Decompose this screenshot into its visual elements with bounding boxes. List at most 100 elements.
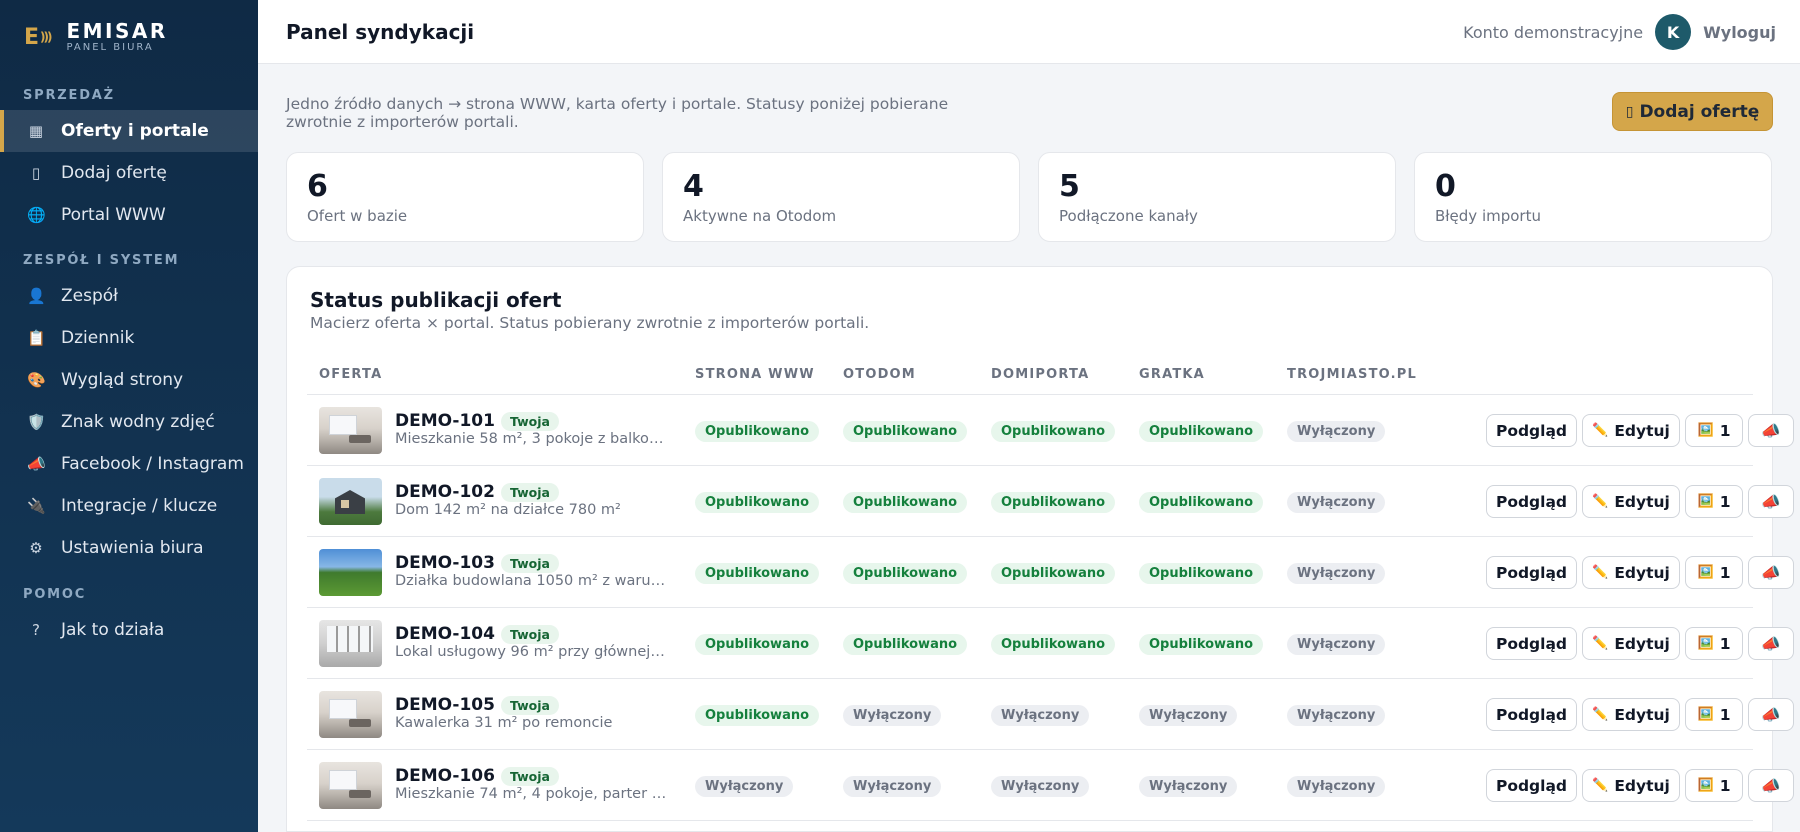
- column-header-offer: OFERTA: [319, 367, 383, 382]
- owner-badge: Twoja: [500, 624, 559, 644]
- status-badge-otodom: Wyłączony: [843, 776, 942, 797]
- offer-description: Lokal usługowy 96 m² przy głównej ul...: [395, 644, 667, 660]
- edit-label: Edytuj: [1614, 563, 1670, 582]
- promote-button[interactable]: 📣: [1748, 698, 1794, 731]
- status-badge-www: Opublikowano: [695, 492, 820, 513]
- add-offer-button[interactable]: ▯ Dodaj ofertę: [1612, 92, 1773, 131]
- edit-button[interactable]: ✏️ Edytuj: [1582, 485, 1680, 518]
- stat-value: 0: [1435, 169, 1456, 204]
- offer-description: Dom 142 m² na działce 780 m²: [395, 502, 621, 518]
- stat-card-errors: 0 Błędy importu: [1414, 152, 1772, 242]
- nav-section-title: POMOC: [23, 587, 87, 602]
- owner-badge: Twoja: [500, 411, 559, 431]
- pencil-icon: ✏️: [1592, 707, 1609, 722]
- column-header-domiporta: DOMIPORTA: [991, 367, 1090, 382]
- sidebar-item-wyglad-strony[interactable]: 🎨 Wygląd strony: [0, 359, 258, 401]
- preview-button[interactable]: Podgląd: [1486, 698, 1577, 731]
- sidebar-item-label: Facebook / Instagram: [61, 454, 244, 474]
- preview-button[interactable]: Podgląd: [1486, 556, 1577, 589]
- photos-button[interactable]: 🖼️ 1: [1685, 414, 1743, 447]
- sidebar-item-znak-wodny-zdjec[interactable]: 🛡️ Znak wodny zdjęć: [0, 401, 258, 443]
- plug-icon: 🔌: [27, 497, 46, 515]
- stat-card-offers: 6 Ofert w bazie: [286, 152, 644, 242]
- photos-button[interactable]: 🖼️ 1: [1685, 627, 1743, 660]
- image-icon: 🖼️: [1697, 636, 1714, 651]
- status-badge-trojmiasto: Wyłączony: [1287, 776, 1386, 797]
- preview-label: Podgląd: [1495, 492, 1568, 511]
- megaphone-icon: 📣: [1761, 421, 1781, 440]
- offer-id-text: DEMO-104: [395, 624, 495, 644]
- offer-thumbnail[interactable]: [319, 549, 382, 596]
- logout-link[interactable]: Wyloguj: [1703, 23, 1776, 42]
- status-badge-domiporta: Opublikowano: [991, 421, 1116, 442]
- promote-button[interactable]: 📣: [1748, 769, 1794, 802]
- photos-button[interactable]: 🖼️ 1: [1685, 769, 1743, 802]
- status-badge-otodom: Opublikowano: [843, 563, 968, 584]
- account-area: Konto demonstracyjne K Wyloguj: [1463, 14, 1776, 50]
- status-badge-domiporta: Opublikowano: [991, 492, 1116, 513]
- offer-id: DEMO-101 Twoja: [395, 411, 559, 431]
- status-badge-domiporta: Wyłączony: [991, 705, 1090, 726]
- status-badge-gratka: Opublikowano: [1139, 492, 1264, 513]
- sidebar-item-oferty-i-portale[interactable]: ▦ Oferty i portale: [0, 110, 258, 152]
- edit-button[interactable]: ✏️ Edytuj: [1582, 556, 1680, 589]
- sidebar-item-label: Oferty i portale: [61, 121, 209, 141]
- status-badge-trojmiasto: Wyłączony: [1287, 421, 1386, 442]
- promote-button[interactable]: 📣: [1748, 485, 1794, 518]
- status-badge-trojmiasto: Wyłączony: [1287, 634, 1386, 655]
- user-icon: 👤: [27, 287, 46, 305]
- preview-button[interactable]: Podgląd: [1486, 627, 1577, 660]
- sidebar-item-ustawienia-biura[interactable]: ⚙ Ustawienia biura: [0, 527, 258, 569]
- topbar: Panel syndykacji Konto demonstracyjne K …: [258, 0, 1800, 64]
- photo-count: 1: [1719, 705, 1731, 724]
- promote-button[interactable]: 📣: [1748, 627, 1794, 660]
- sidebar-item-facebook-instagram[interactable]: 📣 Facebook / Instagram: [0, 443, 258, 485]
- sidebar-item-dziennik[interactable]: 📋 Dziennik: [0, 317, 258, 359]
- photo-count: 1: [1719, 421, 1731, 440]
- brand-subtitle: PANEL BIURA: [66, 42, 154, 53]
- avatar[interactable]: K: [1655, 14, 1692, 50]
- column-header-gratka: GRATKA: [1139, 367, 1205, 382]
- nav-section-title: ZESPÓŁ I SYSTEM: [23, 253, 180, 268]
- promote-button[interactable]: 📣: [1748, 414, 1794, 447]
- offer-thumbnail[interactable]: [319, 691, 382, 738]
- brand[interactable]: E))) EMISAR PANEL BIURA: [0, 0, 258, 74]
- owner-badge: Twoja: [500, 482, 559, 502]
- photo-count: 1: [1719, 492, 1731, 511]
- photos-button[interactable]: 🖼️ 1: [1685, 556, 1743, 589]
- status-badge-trojmiasto: Wyłączony: [1287, 492, 1386, 513]
- offer-thumbnail[interactable]: [319, 407, 382, 454]
- megaphone-icon: 📣: [1761, 776, 1781, 795]
- sidebar-item-zespol[interactable]: 👤 Zespół: [0, 275, 258, 317]
- sidebar-item-label: Ustawienia biura: [61, 538, 204, 558]
- offer-thumbnail[interactable]: [319, 620, 382, 667]
- preview-button[interactable]: Podgląd: [1486, 414, 1577, 447]
- preview-button[interactable]: Podgląd: [1486, 485, 1577, 518]
- sidebar-item-integracje-klucze[interactable]: 🔌 Integracje / klucze: [0, 485, 258, 527]
- shield-icon: 🛡️: [27, 413, 46, 431]
- status-badge-domiporta: Opublikowano: [991, 634, 1116, 655]
- offer-thumbnail[interactable]: [319, 478, 382, 525]
- sidebar-item-jak-to-dziala[interactable]: ? Jak to działa: [0, 609, 258, 651]
- image-icon: 🖼️: [1697, 494, 1714, 509]
- offer-thumbnail[interactable]: [319, 762, 382, 809]
- sidebar-item-portal-www[interactable]: 🌐 Portal WWW: [0, 194, 258, 236]
- photos-button[interactable]: 🖼️ 1: [1685, 485, 1743, 518]
- edit-button[interactable]: ✏️ Edytuj: [1582, 769, 1680, 802]
- signal-icon: ))): [40, 30, 53, 44]
- promote-button[interactable]: 📣: [1748, 556, 1794, 589]
- stat-card-channels: 5 Podłączone kanały: [1038, 152, 1396, 242]
- globe-icon: 🌐: [27, 206, 46, 224]
- preview-button[interactable]: Podgląd: [1486, 769, 1577, 802]
- sidebar-item-dodaj-oferte[interactable]: ▯ Dodaj ofertę: [0, 152, 258, 194]
- edit-button[interactable]: ✏️ Edytuj: [1582, 414, 1680, 447]
- edit-button[interactable]: ✏️ Edytuj: [1582, 698, 1680, 731]
- grid-icon: ▦: [28, 122, 44, 140]
- preview-label: Podgląd: [1495, 705, 1568, 724]
- photos-button[interactable]: 🖼️ 1: [1685, 698, 1743, 731]
- edit-button[interactable]: ✏️ Edytuj: [1582, 627, 1680, 660]
- status-badge-domiporta: Wyłączony: [991, 776, 1090, 797]
- pencil-icon: ✏️: [1592, 636, 1609, 651]
- sidebar-item-label: Zespół: [61, 286, 118, 306]
- sidebar-item-label: Wygląd strony: [61, 370, 184, 390]
